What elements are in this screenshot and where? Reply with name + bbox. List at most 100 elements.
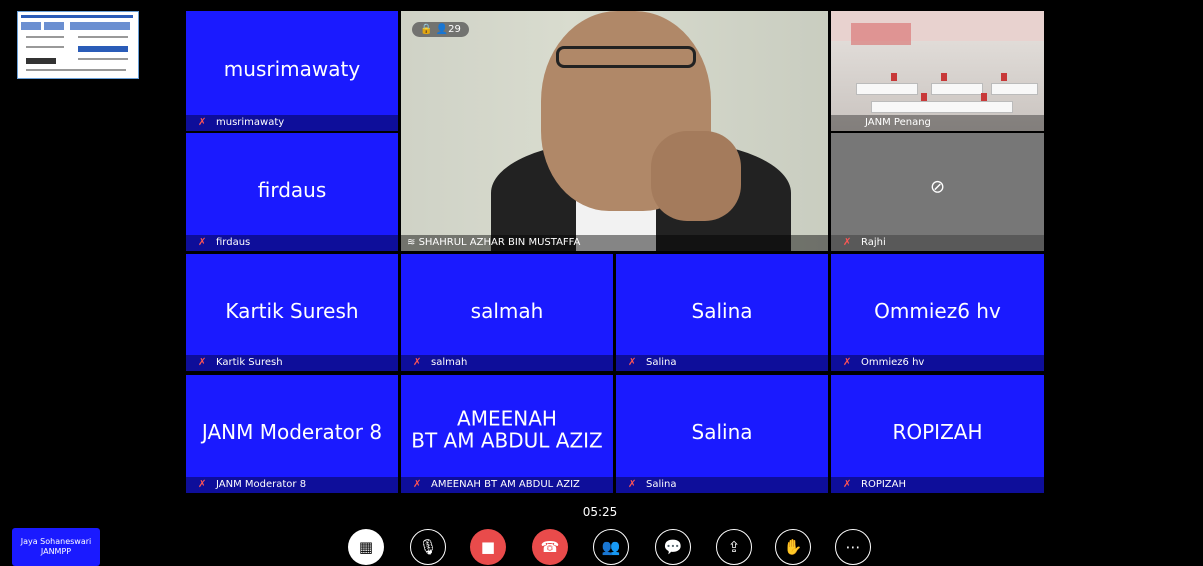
speaker-glasses xyxy=(556,46,696,68)
participant-name: AMEENAH BT AM ABDUL AZIZ xyxy=(411,406,603,453)
participant-name: Kartik Suresh xyxy=(225,298,359,323)
participant-label-bar: ✗ Salina xyxy=(616,355,828,371)
chat-icon: 💬 xyxy=(663,538,683,556)
room-curtain xyxy=(851,23,911,45)
more-button[interactable]: ⋯ xyxy=(835,529,871,565)
shared-screen-thumbnail[interactable] xyxy=(17,11,139,79)
mic-muted-icon: ✗ xyxy=(843,357,852,368)
participant-label-bar: ✗ musrimawaty xyxy=(186,115,398,131)
mic-muted-icon: ✗ xyxy=(628,479,637,490)
room-video-tile[interactable]: JANM Penang xyxy=(831,11,1044,131)
raise-hand-icon: ✋ xyxy=(783,538,803,556)
speaker-label: SHAHRUL AZHAR BIN MUSTAFFA xyxy=(418,237,581,248)
participant-label-bar: ✗ salmah xyxy=(401,355,613,371)
participant-tile[interactable]: Salina ✗ Salina xyxy=(616,375,828,493)
participant-tile-camera-off[interactable]: ⊘ ✗ Rajhi xyxy=(831,133,1044,251)
camera-off-icon: ⊘ xyxy=(929,176,946,198)
more-icon: ⋯ xyxy=(845,538,861,556)
camera-off-icon: ■ xyxy=(480,538,496,556)
layout-button[interactable]: ▦ xyxy=(348,529,384,565)
mic-muted-icon: ✗ xyxy=(198,237,207,248)
mic-muted-icon: ✗ xyxy=(413,357,422,368)
call-timer: 05:25 xyxy=(582,505,618,519)
participant-name: firdaus xyxy=(257,177,327,202)
participant-label: ROPIZAH xyxy=(861,479,907,490)
room-table xyxy=(856,83,918,95)
speaker-label-bar: ≋ SHAHRUL AZHAR BIN MUSTAFFA xyxy=(401,235,828,251)
room-chair xyxy=(981,93,987,101)
participant-tile[interactable]: Salina ✗ Salina xyxy=(616,254,828,371)
participant-label: Salina xyxy=(646,479,677,490)
mic-muted-icon: ✗ xyxy=(413,479,422,490)
participant-tile[interactable]: firdaus ✗ firdaus xyxy=(186,133,398,251)
participant-name: Salina xyxy=(691,298,753,323)
participant-label-bar: ✗ ROPIZAH xyxy=(831,477,1044,493)
room-chair xyxy=(941,73,947,81)
meeting-info-badge[interactable]: 🔒 👤29 xyxy=(412,22,469,37)
participant-tile[interactable]: musrimawaty ✗ musrimawaty xyxy=(186,11,398,131)
camera-button[interactable]: ■ xyxy=(470,529,506,565)
mic-muted-icon: ✗ xyxy=(843,479,852,490)
mic-muted-icon: ✗ xyxy=(198,117,207,128)
participant-name: Salina xyxy=(691,419,753,444)
room-chair xyxy=(1001,73,1007,81)
participant-name: JANM Moderator 8 xyxy=(201,419,383,444)
participant-label: Kartik Suresh xyxy=(216,357,283,368)
room-table xyxy=(991,83,1038,95)
participant-label: AMEENAH BT AM ABDUL AZIZ xyxy=(431,479,580,490)
participant-name: salmah xyxy=(470,298,544,323)
participant-label: JANM Moderator 8 xyxy=(216,479,307,490)
share-screen-button[interactable]: ⇪ xyxy=(716,529,752,565)
layout-icon: ▦ xyxy=(358,538,374,556)
speaker-hand xyxy=(651,131,741,221)
active-speaker-video[interactable]: 🔒 👤29 ≋ SHAHRUL AZHAR BIN MUSTAFFA xyxy=(401,11,828,251)
participant-tile[interactable]: JANM Moderator 8 ✗ JANM Moderator 8 xyxy=(186,375,398,493)
participant-count: 29 xyxy=(448,24,461,35)
mic-muted-icon: ✗ xyxy=(198,479,207,490)
room-label: JANM Penang xyxy=(865,117,931,128)
participant-name: musrimawaty xyxy=(223,56,361,81)
self-org: JANMPP xyxy=(40,547,72,556)
chat-button[interactable]: 💬 xyxy=(655,529,691,565)
participant-label: Rajhi xyxy=(861,237,886,248)
participants-icon: 👥 xyxy=(601,538,621,556)
room-table xyxy=(871,101,1013,113)
participant-label-bar: ✗ Rajhi xyxy=(831,235,1044,251)
hangup-button[interactable]: ☎ xyxy=(532,529,568,565)
self-view-tile[interactable]: Jaya Sohaneswari JANMPP xyxy=(12,528,100,566)
participant-label-bar: ✗ AMEENAH BT AM ABDUL AZIZ xyxy=(401,477,613,493)
participant-tile[interactable]: Kartik Suresh ✗ Kartik Suresh xyxy=(186,254,398,371)
participant-tile[interactable]: Ommiez6 hv ✗ Ommiez6 hv xyxy=(831,254,1044,371)
hangup-icon: ☎ xyxy=(540,538,560,556)
audio-wave-icon: ≋ xyxy=(407,237,419,248)
participant-name: ROPIZAH xyxy=(892,419,983,444)
mic-muted-icon: ✗ xyxy=(843,237,852,248)
mic-muted-icon: ✗ xyxy=(628,357,637,368)
participants-button[interactable]: 👥 xyxy=(593,529,629,565)
participant-label: Ommiez6 hv xyxy=(861,357,925,368)
participant-label: musrimawaty xyxy=(216,117,285,128)
participant-tile[interactable]: salmah ✗ salmah xyxy=(401,254,613,371)
participant-name: Ommiez6 hv xyxy=(874,298,1001,323)
participant-label-bar: ✗ JANM Moderator 8 xyxy=(186,477,398,493)
participant-label: salmah xyxy=(431,357,468,368)
self-name: Jaya Sohaneswari xyxy=(20,537,92,546)
mic-button[interactable]: 🎙 xyxy=(410,529,446,565)
participant-label-bar: ✗ Kartik Suresh xyxy=(186,355,398,371)
room-chair xyxy=(891,73,897,81)
mic-muted-icon: ✗ xyxy=(198,357,207,368)
mic-muted-icon: 🎙 xyxy=(418,538,438,556)
raise-hand-button[interactable]: ✋ xyxy=(775,529,811,565)
participant-label-bar: ✗ firdaus xyxy=(186,235,398,251)
participant-label: Salina xyxy=(646,357,677,368)
participant-label-bar: ✗ Salina xyxy=(616,477,828,493)
lock-icon: 🔒 xyxy=(420,24,433,35)
room-chair xyxy=(921,93,927,101)
participant-label-bar: ✗ Ommiez6 hv xyxy=(831,355,1044,371)
share-screen-icon: ⇪ xyxy=(727,538,741,556)
participant-tile[interactable]: ROPIZAH ✗ ROPIZAH xyxy=(831,375,1044,493)
participant-tile[interactable]: AMEENAH BT AM ABDUL AZIZ ✗ AMEENAH BT AM … xyxy=(401,375,613,493)
participant-label: firdaus xyxy=(216,237,251,248)
people-icon: 👤 xyxy=(435,24,449,35)
room-table xyxy=(931,83,983,95)
